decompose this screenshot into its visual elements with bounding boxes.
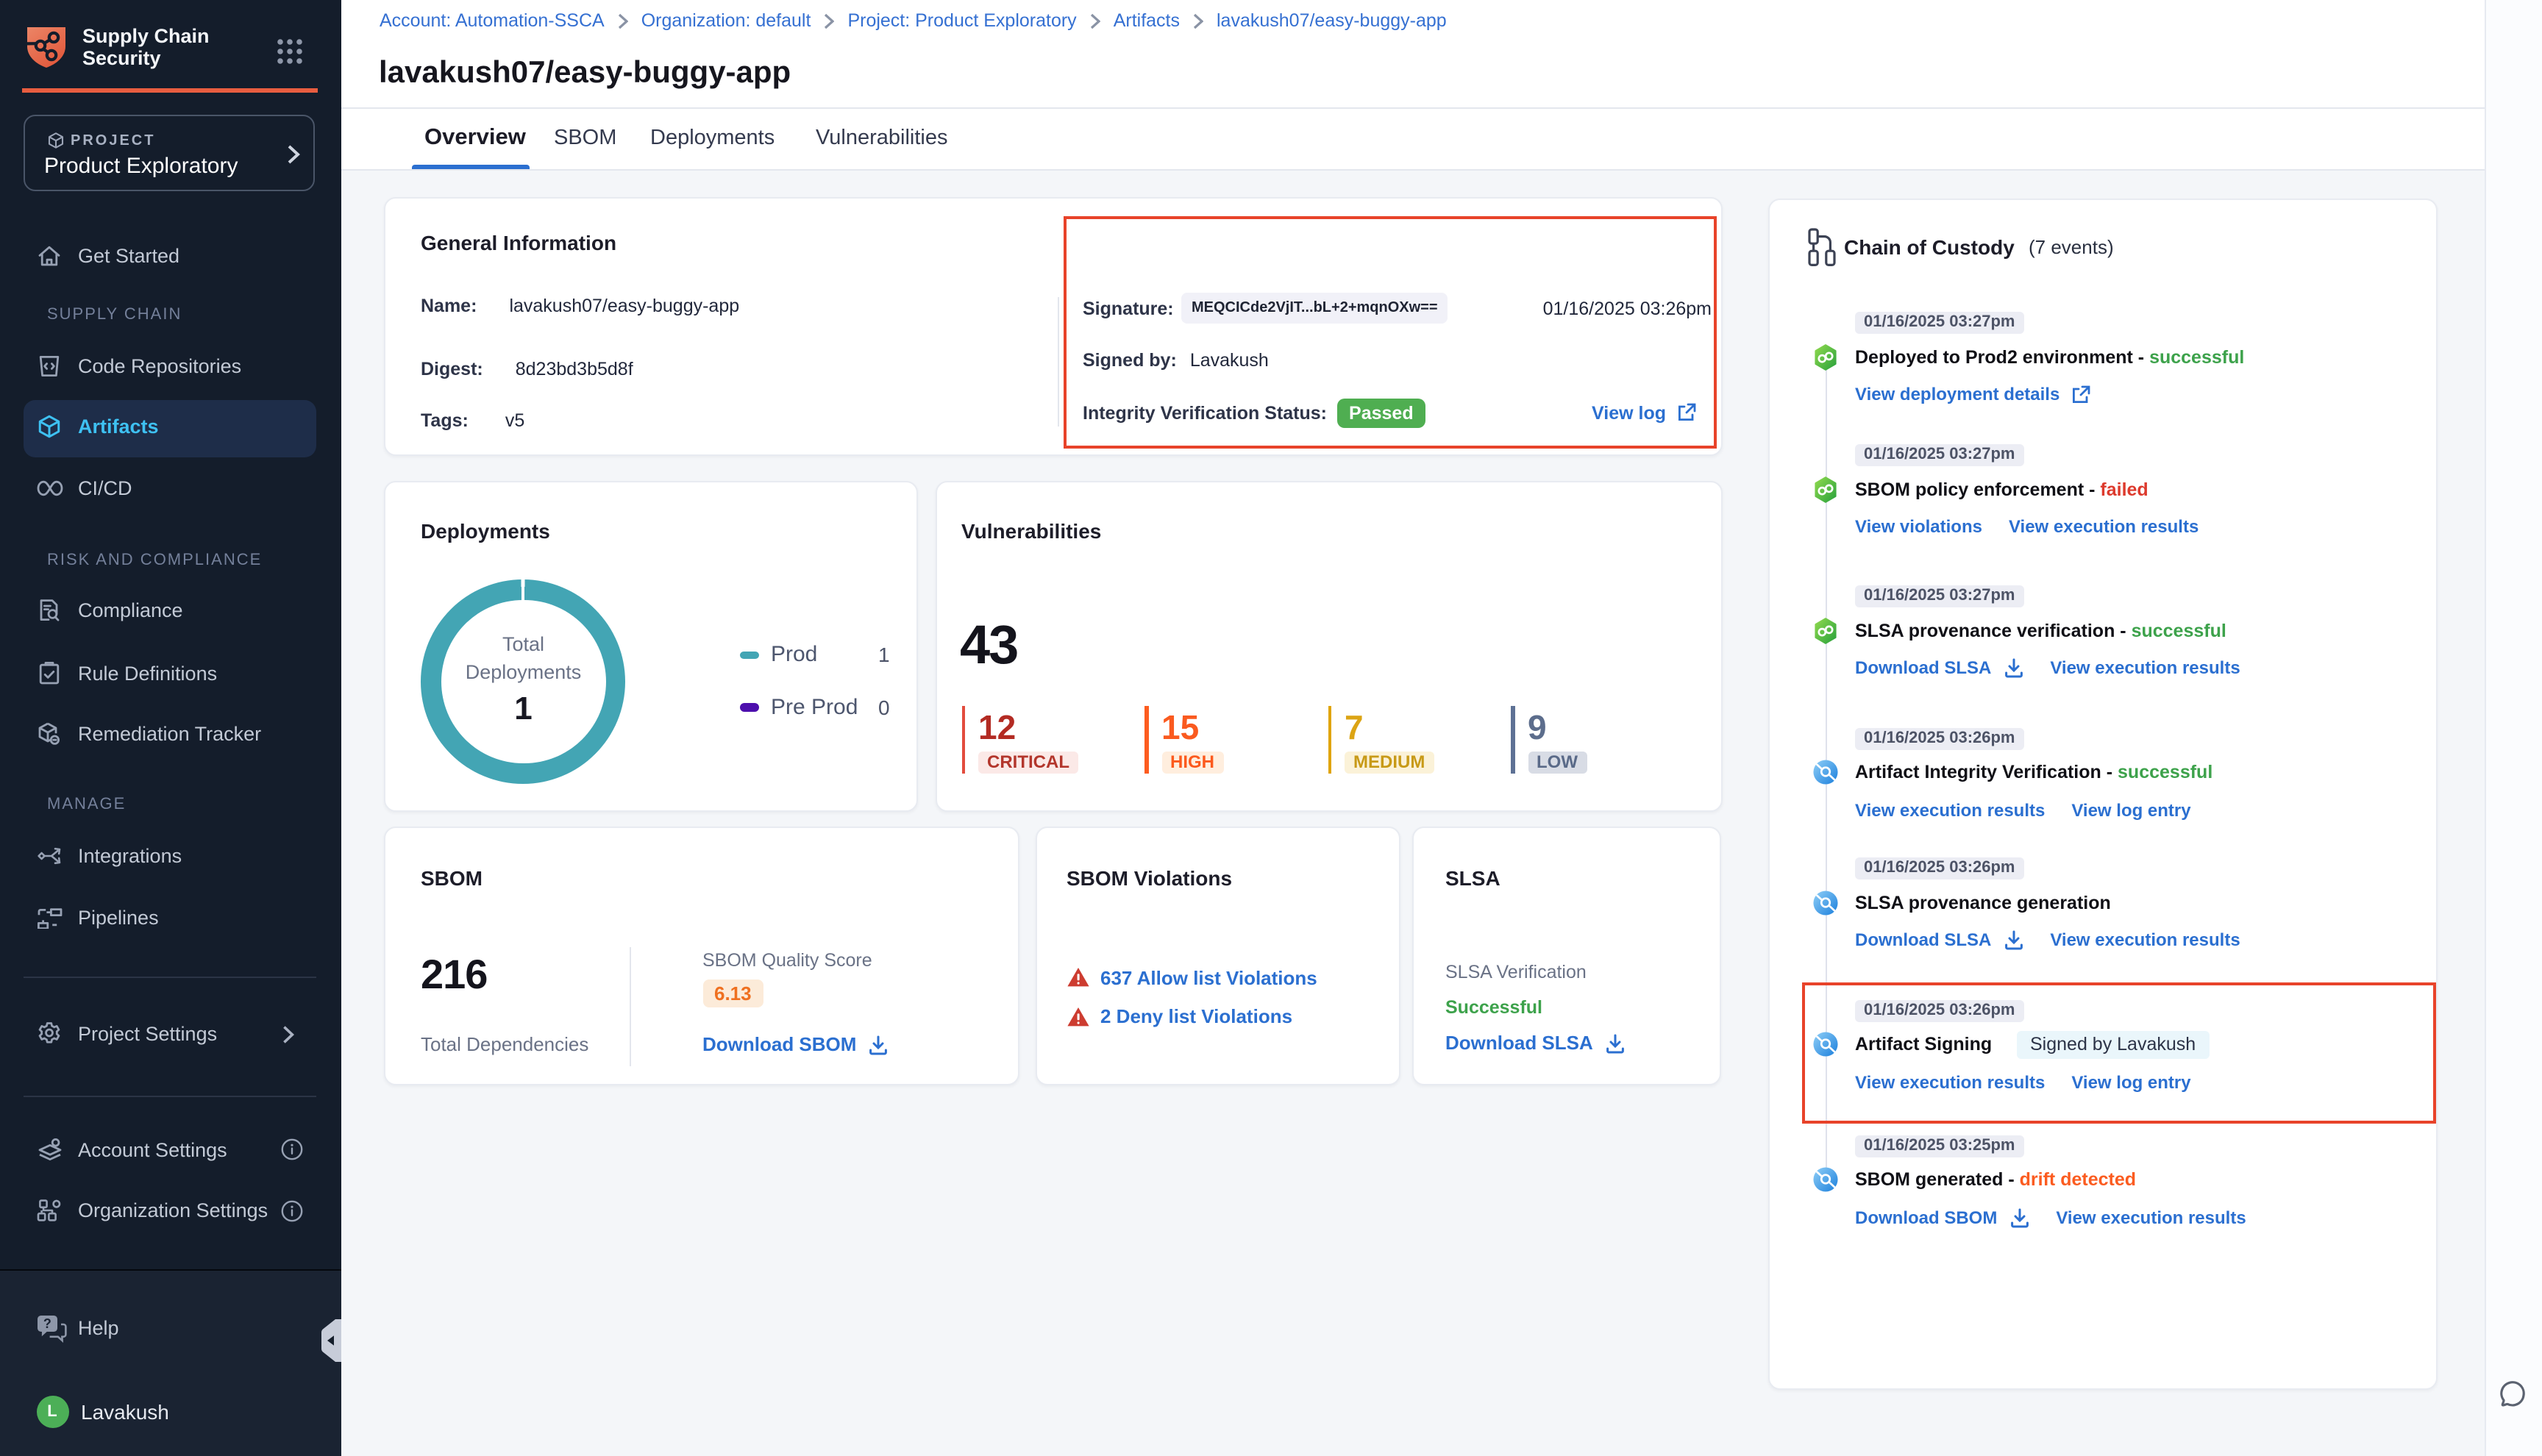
svg-text:?: ? [43, 1316, 51, 1330]
